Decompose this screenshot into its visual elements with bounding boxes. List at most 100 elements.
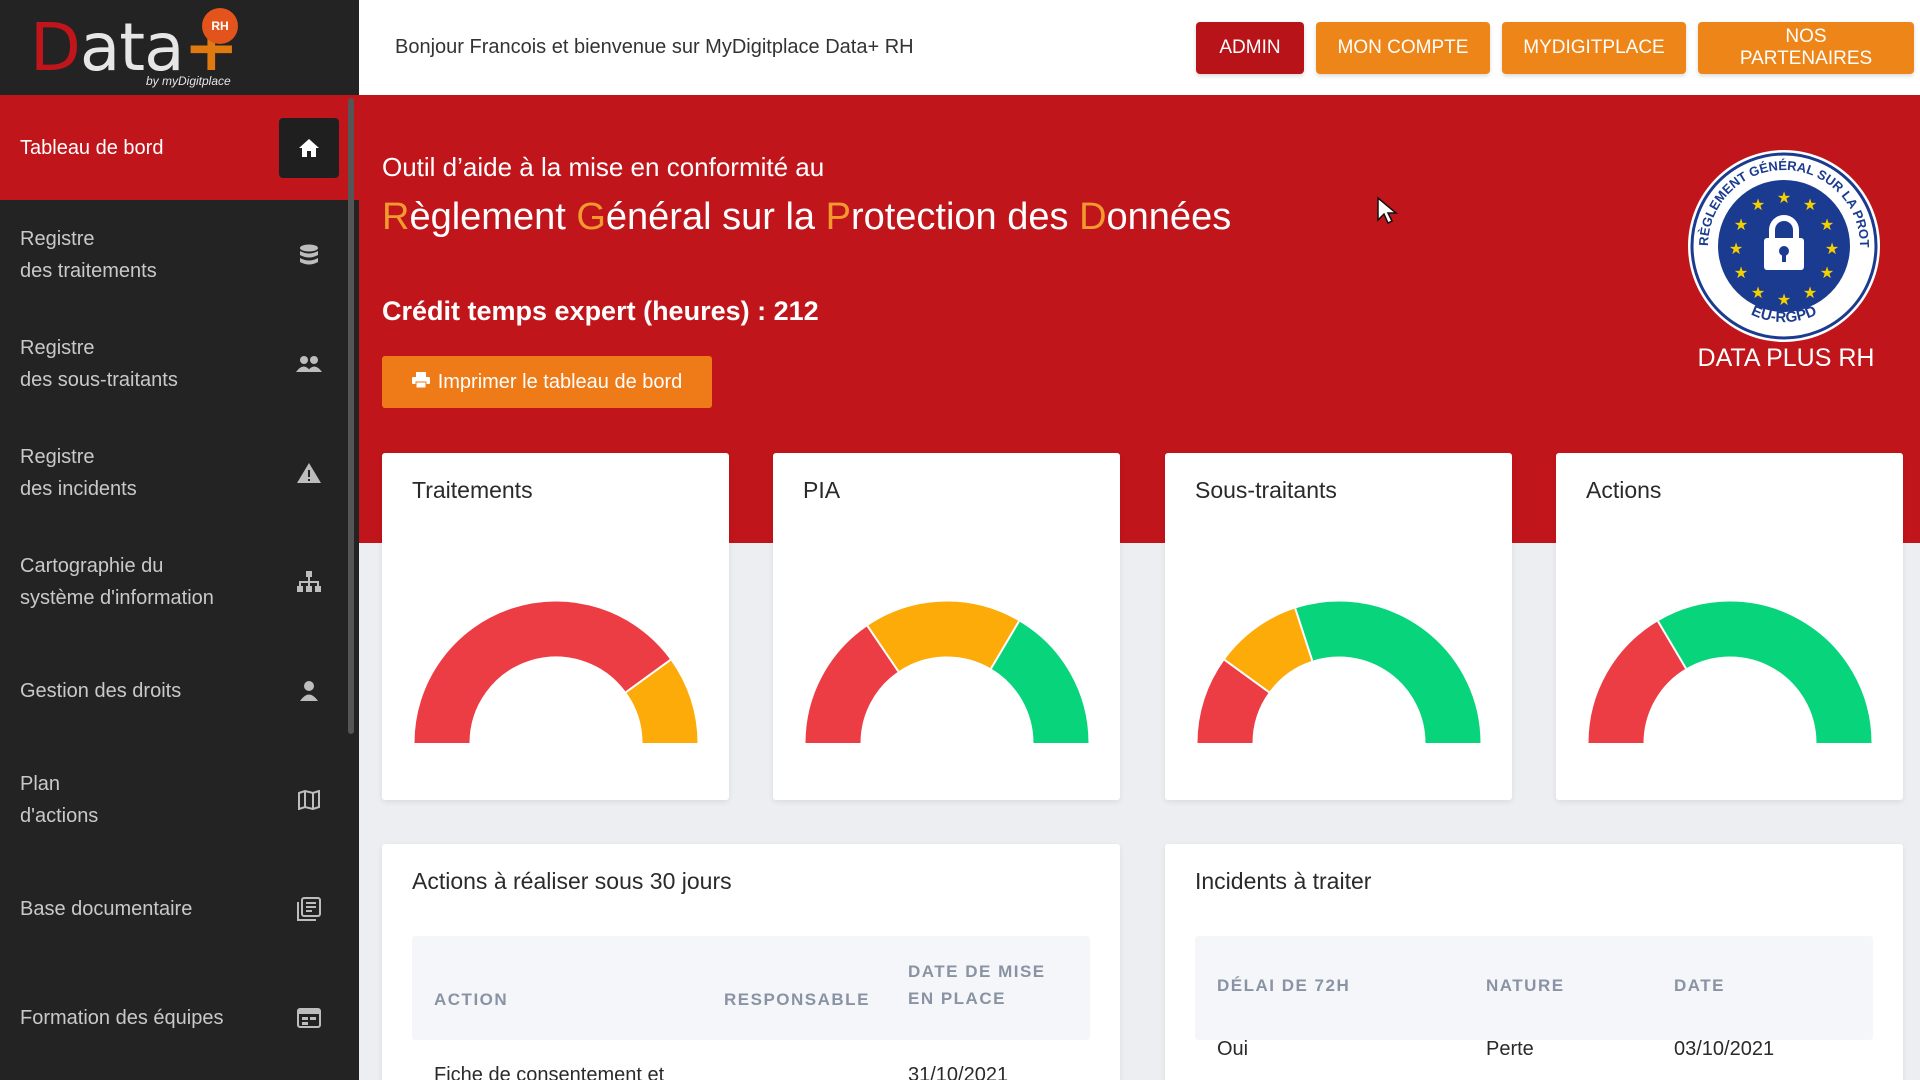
- gauge-segment-orange: [1224, 608, 1314, 693]
- gauge-segment-red: [805, 625, 900, 744]
- gauge-segment-red: [1197, 659, 1270, 744]
- mydigitplace-button[interactable]: MYDIGITPLACE: [1502, 21, 1686, 74]
- title-part: énéral sur la: [605, 196, 826, 238]
- banner-title: Règlement Général sur la Protection des …: [382, 196, 1231, 239]
- gauge-chart: [1197, 601, 1481, 744]
- mon-compte-button[interactable]: MON COMPTE: [1316, 21, 1490, 74]
- printer-icon: [411, 371, 430, 394]
- print-dashboard-button[interactable]: Imprimer le tableau de bord: [382, 356, 712, 408]
- logo[interactable]: Data+ RH by myDigitplace: [0, 0, 359, 95]
- column-header-responsable[interactable]: RESPONSABLE: [724, 986, 870, 1013]
- svg-text:★: ★: [1751, 195, 1765, 214]
- sidebar-item-formation-equipes[interactable]: Formation des équipes: [0, 963, 359, 1072]
- svg-text:★: ★: [1734, 263, 1748, 282]
- column-header-nature[interactable]: NATURE: [1486, 972, 1565, 999]
- sidebar-item-tableau-de-bord[interactable]: Tableau de bord: [0, 95, 359, 200]
- gauge-segment-red: [1588, 621, 1687, 744]
- card-title: Actions: [1586, 477, 1662, 503]
- table-cell-date: 03/10/2021: [1674, 1038, 1775, 1060]
- title-initial: R: [382, 196, 410, 238]
- gauge-segment-green: [990, 621, 1089, 744]
- gauge-card-traitements[interactable]: Traitements: [382, 453, 729, 800]
- gauge-segment-orange: [867, 601, 1020, 672]
- title-initial: D: [1079, 196, 1107, 238]
- banner-intro: Outil d’aide à la mise en conformité au: [382, 152, 825, 182]
- sidebar-item-label: Cartographie du système d'information: [20, 554, 214, 609]
- title-part: onnées: [1106, 196, 1232, 238]
- svg-text:★: ★: [1825, 239, 1839, 258]
- svg-text:★: ★: [1803, 195, 1817, 214]
- calendar-icon: [289, 1007, 329, 1028]
- gauge-card-pia[interactable]: PIA: [773, 453, 1120, 800]
- top-bar: Bonjour Francois et bienvenue sur MyDigi…: [359, 0, 1920, 95]
- mouse-cursor-icon: [1377, 196, 1398, 225]
- svg-text:★: ★: [1820, 263, 1834, 282]
- sidebar-item-registre-traitements[interactable]: Registre des traitements: [0, 200, 359, 309]
- seal-caption: DATA PLUS RH: [1697, 344, 1875, 372]
- sidebar-item-label: Formation des équipes: [20, 1006, 224, 1029]
- warning-icon: [289, 462, 329, 484]
- gauge-chart: [414, 601, 698, 744]
- sidebar-item-cartographie[interactable]: Cartographie du système d'information: [0, 527, 359, 636]
- print-label: Imprimer le tableau de bord: [437, 370, 683, 393]
- map-icon: [289, 789, 329, 810]
- gauge-card-sous-traitants[interactable]: Sous-traitants: [1165, 453, 1512, 800]
- card-title: PIA: [803, 477, 841, 503]
- table-cell-date: 31/10/2021: [908, 1064, 1009, 1080]
- svg-text:★: ★: [1734, 215, 1748, 234]
- incidents-table-title: Incidents à traiter: [1195, 868, 1372, 894]
- table-cell-delai[interactable]: Oui: [1217, 1038, 1248, 1061]
- expert-credit: Crédit temps expert (heures) : 212: [382, 296, 819, 326]
- admin-button[interactable]: ADMIN: [1196, 21, 1304, 74]
- gauge-chart: [1588, 601, 1872, 744]
- incidents-table-header: DÉLAI DE 72H NATURE DATE: [1195, 936, 1873, 1040]
- svg-text:★: ★: [1729, 239, 1743, 258]
- column-header-date-mise-en-place[interactable]: DATE DE MISE EN PLACE: [908, 958, 1046, 1012]
- home-icon: [279, 117, 339, 178]
- gauge-segment-green: [1295, 601, 1481, 744]
- sidebar-nav: Tableau de bord Registre des traitements…: [0, 95, 359, 1072]
- sidebar-item-label: Gestion des droits: [20, 679, 182, 702]
- title-part: rotection des: [850, 196, 1080, 238]
- greeting-text: Bonjour Francois et bienvenue sur MyDigi…: [395, 36, 914, 58]
- incidents-table-card: Incidents à traiter DÉLAI DE 72H NATURE …: [1165, 844, 1903, 1080]
- table-cell-action[interactable]: Fiche de consentement et: [434, 1064, 664, 1080]
- column-header-action[interactable]: ACTION: [434, 986, 508, 1013]
- sidebar-item-label: Registre des sous-traitants: [20, 336, 178, 391]
- sidebar-scrollbar[interactable]: [348, 98, 354, 734]
- database-icon: [289, 244, 329, 266]
- svg-text:★: ★: [1777, 188, 1791, 207]
- logo-badge: RH: [202, 8, 238, 44]
- document-icon: [289, 896, 329, 921]
- column-header-delai[interactable]: DÉLAI DE 72H: [1217, 972, 1350, 999]
- title-initial: P: [825, 196, 851, 238]
- svg-text:★: ★: [1751, 283, 1765, 302]
- gauge-chart: [805, 601, 1089, 744]
- sidebar-item-plan-actions[interactable]: Plan d'actions: [0, 745, 359, 854]
- actions-table-card: Actions à réaliser sous 30 jours ACTION …: [382, 844, 1120, 1080]
- svg-text:★: ★: [1803, 283, 1817, 302]
- gauge-segment-red: [414, 601, 671, 744]
- svg-text:★: ★: [1777, 290, 1791, 309]
- sidebar-item-label: Base documentaire: [20, 897, 193, 920]
- table-cell-nature: Perte: [1486, 1038, 1534, 1060]
- actions-table-title: Actions à réaliser sous 30 jours: [412, 868, 732, 894]
- sidebar-item-label: Registre des traitements: [20, 227, 157, 282]
- user-icon: [289, 680, 329, 702]
- sidebar-item-registre-incidents[interactable]: Registre des incidents: [0, 418, 359, 527]
- sidebar-item-label: Tableau de bord: [20, 136, 164, 159]
- users-icon: [289, 355, 329, 373]
- sidebar-item-label: Plan d'actions: [20, 772, 99, 827]
- column-header-date[interactable]: DATE: [1674, 972, 1725, 999]
- sidebar-item-registre-sous-traitants[interactable]: Registre des sous-traitants: [0, 309, 359, 418]
- nos-partenaires-button[interactable]: NOS PARTENAIRES: [1698, 21, 1914, 74]
- sidebar: Data+ RH by myDigitplace Tableau de bord…: [0, 0, 359, 1080]
- title-part: èglement: [409, 196, 577, 238]
- sidebar-item-base-documentaire[interactable]: Base documentaire: [0, 854, 359, 963]
- sidebar-item-label: Registre des incidents: [20, 445, 137, 500]
- gauge-card-actions[interactable]: Actions: [1556, 453, 1903, 800]
- rgpd-seal-logo: RÈGLEMENT GÉNÉRAL SUR LA PROTECTION DES …: [1686, 148, 1880, 342]
- sidebar-item-gestion-droits[interactable]: Gestion des droits: [0, 636, 359, 745]
- card-title: Sous-traitants: [1195, 477, 1337, 503]
- gauge-segment-green: [1657, 601, 1872, 744]
